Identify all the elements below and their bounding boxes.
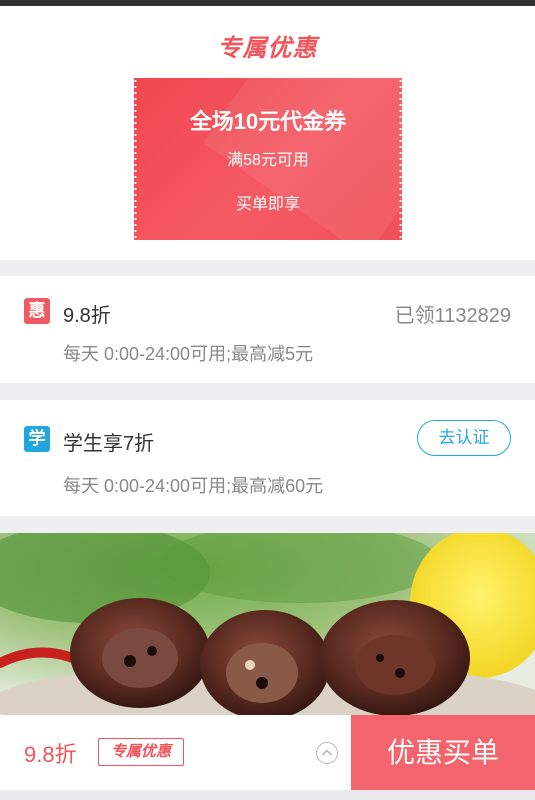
discount-description: 每天 0:00-24:00可用;最高减5元 <box>63 344 314 364</box>
voucher-coupon[interactable]: 全场10元代金券 满58元可用 买单即享 <box>134 78 402 240</box>
food-photo <box>0 533 535 715</box>
discount-badge-icon: 惠 <box>24 298 50 324</box>
discount-card-98[interactable]: 惠 9.8折 已领1132829 每天 0:00-24:00可用;最高减5元 <box>0 276 535 383</box>
coupon-note: 买单即享 <box>235 196 300 213</box>
verify-button[interactable]: 去认证 <box>417 420 511 456</box>
discount-pay-button[interactable]: 优惠买单 <box>351 715 535 790</box>
braised-duck-neck-image <box>0 533 535 715</box>
bottom-action-bar: 9.8折 专属优惠 优惠买单 <box>0 715 535 790</box>
discount-name: 9.8折 <box>63 305 111 327</box>
discount-name: 学生享7折 <box>63 433 155 455</box>
exclusive-offers-title: 专属优惠 <box>217 35 318 62</box>
claimed-count: 已领1132829 <box>394 305 511 327</box>
discount-description: 每天 0:00-24:00可用;最高减60元 <box>63 476 324 496</box>
student-badge-icon: 学 <box>24 426 50 452</box>
exclusive-tag: 专属优惠 <box>98 738 184 766</box>
discount-price: 9.8折 <box>24 742 77 767</box>
bottom-strip <box>0 790 535 800</box>
exclusive-offers-section: 专属优惠 全场10元代金券 满58元可用 买单即享 <box>0 6 535 260</box>
discount-card-student[interactable]: 学 学生享7折 去认证 每天 0:00-24:00可用;最高减60元 <box>0 400 535 516</box>
coupon-main-text: 全场10元代金券 <box>189 109 347 134</box>
chevron-up-icon[interactable] <box>316 742 338 764</box>
coupon-condition: 满58元可用 <box>227 152 309 169</box>
